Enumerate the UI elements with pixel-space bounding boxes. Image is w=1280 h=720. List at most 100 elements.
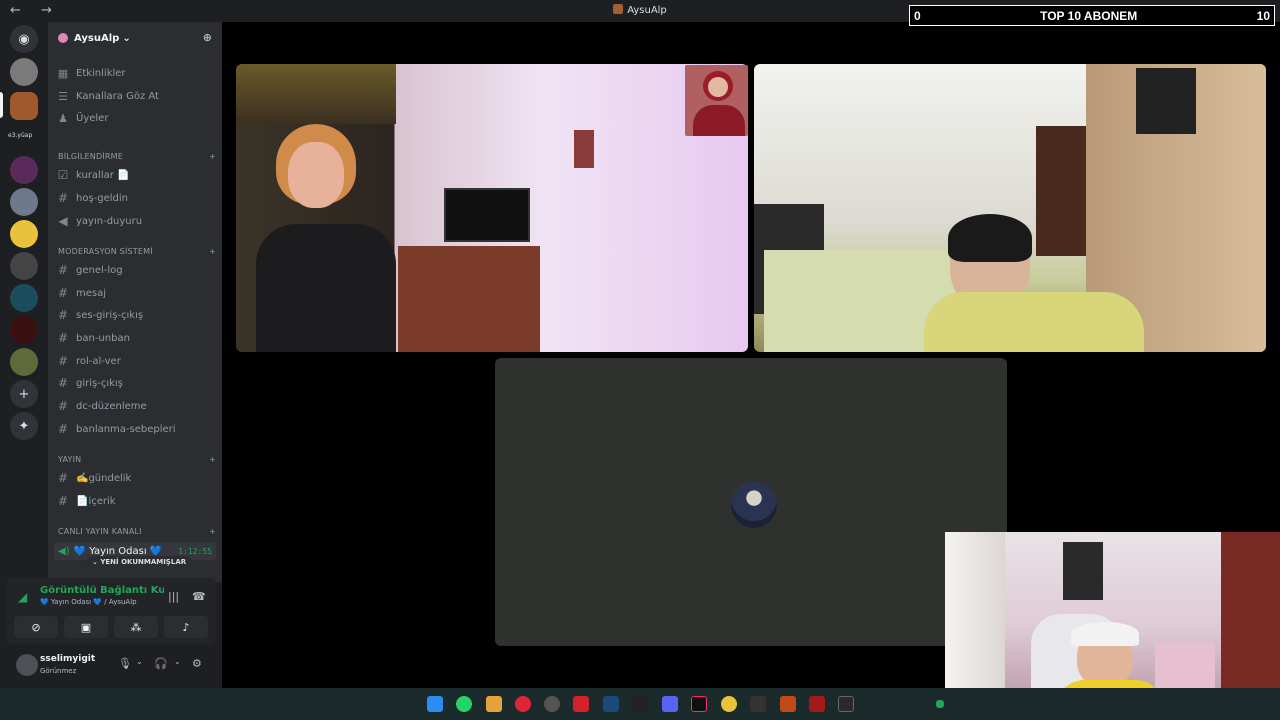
tiktok-icon[interactable]	[691, 696, 707, 712]
nav-members[interactable]: ♟ Üyeler	[56, 108, 216, 128]
hash-icon: #	[57, 286, 69, 300]
category-live[interactable]: CANLI YAYIN KANALI +	[58, 527, 216, 536]
server-icon[interactable]	[10, 156, 38, 184]
guild-header[interactable]: AysuAlp ⌄ ⊕	[48, 22, 222, 54]
new-unreads-pill[interactable]: ⌄ YENİ OKUNMAMIŞLAR	[86, 556, 193, 568]
channel-label: ✍️gündelik	[76, 472, 132, 484]
headphones-icon[interactable]: 🎧	[154, 657, 168, 670]
category-moderation[interactable]: MODERASYON SİSTEMİ +	[58, 247, 216, 256]
app-icon[interactable]	[573, 696, 589, 712]
add-channel-icon[interactable]: +	[209, 247, 216, 256]
steam-icon[interactable]	[603, 696, 619, 712]
invite-icon[interactable]: ⊕	[203, 31, 212, 44]
webcam-bed	[1155, 642, 1215, 692]
server-icon[interactable]	[10, 58, 38, 86]
channel-item[interactable]: # ses-giriş-çıkış	[56, 305, 216, 325]
channel-item[interactable]: # 📄içerik	[56, 491, 216, 511]
disconnect-icon[interactable]: ☎	[192, 590, 206, 603]
file-explorer-icon[interactable]	[486, 696, 502, 712]
hash-icon: #	[57, 331, 69, 345]
whatsapp-icon[interactable]	[456, 696, 472, 712]
app-icon[interactable]	[780, 696, 796, 712]
browse-icon: ☰	[58, 89, 68, 103]
activities-button[interactable]: ⁂	[114, 616, 158, 638]
app-icon[interactable]	[809, 696, 825, 712]
top-subscribers-overlay: 0 TOP 10 ABONEM 10	[909, 5, 1275, 26]
hash-icon: #	[57, 399, 69, 413]
add-channel-icon[interactable]: +	[209, 455, 216, 464]
channel-item[interactable]: # dc-düzenleme	[56, 396, 216, 416]
server-icon[interactable]	[10, 316, 38, 344]
channel-item[interactable]: # mesaj	[56, 283, 216, 303]
server-icon[interactable]	[10, 188, 38, 216]
channel-item[interactable]: # hoş-geldin	[56, 188, 216, 208]
screen-share-icon: ▣	[80, 620, 92, 634]
channel-item[interactable]: # ban-unban	[56, 328, 216, 348]
discord-icon[interactable]	[662, 696, 678, 712]
channel-label: genel-log	[76, 264, 123, 276]
video-tile-participant-2[interactable]	[754, 64, 1266, 352]
channel-item[interactable]: # banlanma-sebepleri	[56, 419, 216, 439]
app-icon[interactable]	[750, 696, 766, 712]
server-icon[interactable]	[10, 284, 38, 312]
calendar-icon: ▦	[57, 66, 69, 80]
signal-icon[interactable]: ◢	[18, 590, 27, 604]
channel-item[interactable]: # genel-log	[56, 260, 216, 280]
hash-icon: #	[57, 471, 69, 485]
channel-label: rol-al-ver	[76, 355, 121, 367]
chevron-down-icon[interactable]: ⌄	[174, 657, 181, 666]
server-icon[interactable]	[10, 348, 38, 376]
terminal-icon[interactable]	[838, 696, 854, 712]
app-icon[interactable]	[544, 696, 560, 712]
video-shelf	[1036, 126, 1086, 256]
username[interactable]: sselimyigit	[40, 654, 95, 664]
discover-icon[interactable]: ✦	[10, 412, 38, 440]
settings-gear-icon[interactable]: ⚙	[192, 657, 202, 670]
microphone-icon[interactable]: 🎙	[118, 657, 132, 670]
unread-label: YENİ OKUNMAMIŞLAR	[100, 558, 187, 566]
category-info[interactable]: BİLGİLENDİRME +	[58, 152, 216, 161]
channel-item[interactable]: ◀ yayın-duyuru	[56, 211, 216, 231]
channel-item[interactable]: # rol-al-ver	[56, 351, 216, 371]
avatar[interactable]	[731, 482, 777, 528]
epic-games-icon[interactable]	[632, 696, 648, 712]
server-emoji-icon	[613, 4, 624, 14]
opera-gx-icon[interactable]	[515, 696, 531, 712]
chrome-icon[interactable]	[721, 696, 737, 712]
server-icon[interactable]	[10, 220, 38, 248]
noise-suppression-icon[interactable]: |||	[168, 590, 179, 603]
nav-browse-channels[interactable]: ☰ Kanallara Göz At	[56, 86, 216, 106]
video-tile-participant-1[interactable]	[236, 64, 748, 352]
soundboard-button[interactable]: ♪	[164, 616, 208, 638]
add-server-icon[interactable]: +	[10, 380, 38, 408]
picture-in-picture-preview[interactable]	[685, 65, 748, 136]
server-icon[interactable]	[10, 252, 38, 280]
tray-status-icon[interactable]	[936, 700, 944, 708]
hash-icon: #	[57, 354, 69, 368]
server-icon-active[interactable]	[10, 92, 38, 120]
webcam-poster	[1063, 542, 1103, 600]
avatar[interactable]	[16, 654, 38, 676]
chevron-down-icon[interactable]: ⌄	[136, 657, 143, 666]
rules-icon: ☑	[57, 168, 69, 182]
windows-start-icon[interactable]	[427, 696, 443, 712]
voice-channel-timer: 1:12:55	[178, 546, 212, 556]
add-channel-icon[interactable]: +	[209, 527, 216, 536]
video-background	[236, 64, 396, 124]
channel-item[interactable]: # ✍️gündelik	[56, 468, 216, 488]
channel-item[interactable]: # giriş-çıkış	[56, 373, 216, 393]
voice-channel-path[interactable]: 💙 Yayın Odası 💙 / AysuAlp	[40, 598, 137, 606]
voice-status[interactable]: Görüntülü Bağlantı Kuruldu	[40, 585, 164, 596]
category-stream[interactable]: YAYIN +	[58, 455, 216, 464]
overlay-label: TOP 10 ABONEM	[1040, 8, 1138, 23]
screen-share-button[interactable]: ▣	[64, 616, 108, 638]
video-person-face	[288, 142, 344, 208]
camera-off-button[interactable]: ⊘	[14, 616, 58, 638]
discord-home-icon[interactable]: ◉	[10, 25, 38, 53]
camera-off-icon: ⊘	[31, 620, 41, 634]
channel-item[interactable]: ☑ kurallar 📄	[56, 165, 216, 185]
user-status: Görünmez	[40, 667, 77, 675]
hash-icon: #	[57, 308, 69, 322]
add-channel-icon[interactable]: +	[209, 152, 216, 161]
nav-events[interactable]: ▦ Etkinlikler	[56, 63, 216, 83]
